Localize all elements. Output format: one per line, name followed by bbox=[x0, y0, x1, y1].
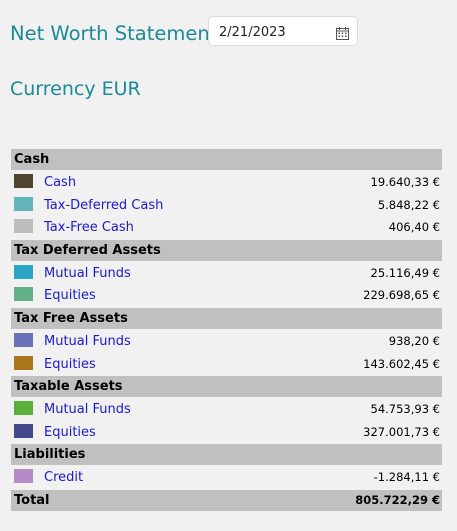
currency-label: Currency EUR bbox=[10, 78, 141, 100]
table-row: Tax-Deferred Cash 5.848,22 € bbox=[11, 195, 442, 216]
row-value: 5.848,22 € bbox=[377, 197, 440, 212]
date-picker[interactable]: 2/21/2023 bbox=[208, 16, 358, 46]
table-row: Mutual Funds 54.753,93 € bbox=[11, 399, 442, 420]
row-link-equities[interactable]: Equities bbox=[44, 425, 96, 440]
row-value: 19.640,33 € bbox=[370, 175, 441, 189]
table-row: Credit -1.284,11 € bbox=[11, 467, 442, 488]
section-header-tax-deferred-assets: Tax Deferred Assets bbox=[11, 239, 442, 261]
row-link-equities[interactable]: Equities bbox=[44, 288, 96, 303]
row-link-equities[interactable]: Equities bbox=[44, 357, 96, 372]
color-swatch bbox=[14, 174, 33, 188]
row-link-cash[interactable]: Cash bbox=[44, 175, 76, 190]
section-header-cash: Cash bbox=[11, 149, 442, 170]
section-header-tax-free-assets: Tax Free Assets bbox=[11, 307, 442, 329]
color-swatch bbox=[14, 264, 33, 279]
color-swatch bbox=[14, 469, 33, 484]
color-swatch bbox=[14, 423, 33, 438]
section-header-taxable-assets: Taxable Assets bbox=[11, 376, 442, 398]
color-swatch bbox=[14, 401, 33, 416]
row-value: 54.753,93 € bbox=[370, 402, 441, 417]
total-value: 805.722,29 € bbox=[355, 493, 440, 508]
color-swatch bbox=[14, 219, 33, 234]
row-link-mutual-funds[interactable]: Mutual Funds bbox=[44, 334, 131, 349]
color-swatch bbox=[14, 287, 33, 302]
color-swatch bbox=[14, 196, 33, 211]
row-value: 938,20 € bbox=[388, 333, 440, 348]
color-swatch bbox=[14, 332, 33, 347]
net-worth-table: Cash Cash 19.640,33 € Tax-Deferred Cash … bbox=[11, 149, 442, 512]
table-row: Cash 19.640,33 € bbox=[11, 172, 442, 193]
table-row: Equities 143.602,45 € bbox=[11, 354, 442, 375]
row-value: 25.116,49 € bbox=[370, 265, 441, 280]
table-row: Equities 229.698,65 € bbox=[11, 285, 442, 306]
calendar-icon[interactable] bbox=[336, 25, 349, 40]
row-link-mutual-funds[interactable]: Mutual Funds bbox=[44, 266, 131, 281]
color-swatch bbox=[14, 355, 33, 370]
table-row: Mutual Funds 938,20 € bbox=[11, 331, 442, 352]
row-link-tax-deferred-cash[interactable]: Tax-Deferred Cash bbox=[44, 198, 163, 213]
table-row: Tax-Free Cash 406,40 € bbox=[11, 217, 442, 238]
total-label: Total bbox=[14, 493, 50, 509]
table-row: Equities 327.001,73 € bbox=[11, 422, 442, 443]
row-value: 406,40 € bbox=[388, 220, 440, 235]
row-link-credit[interactable]: Credit bbox=[44, 470, 83, 485]
row-value: 143.602,45 € bbox=[363, 356, 440, 371]
row-link-tax-free-cash[interactable]: Tax-Free Cash bbox=[44, 220, 134, 235]
total-row: Total 805.722,29 € bbox=[11, 490, 442, 512]
row-value: -1.284,11 € bbox=[373, 470, 440, 485]
row-value: 229.698,65 € bbox=[363, 288, 440, 303]
section-header-liabilities: Liabilities bbox=[11, 444, 442, 466]
date-value[interactable]: 2/21/2023 bbox=[219, 25, 286, 40]
row-link-mutual-funds[interactable]: Mutual Funds bbox=[44, 402, 131, 417]
row-value: 327.001,73 € bbox=[363, 424, 440, 439]
page-title: Net Worth Statement bbox=[10, 22, 218, 45]
table-row: Mutual Funds 25.116,49 € bbox=[11, 263, 442, 284]
